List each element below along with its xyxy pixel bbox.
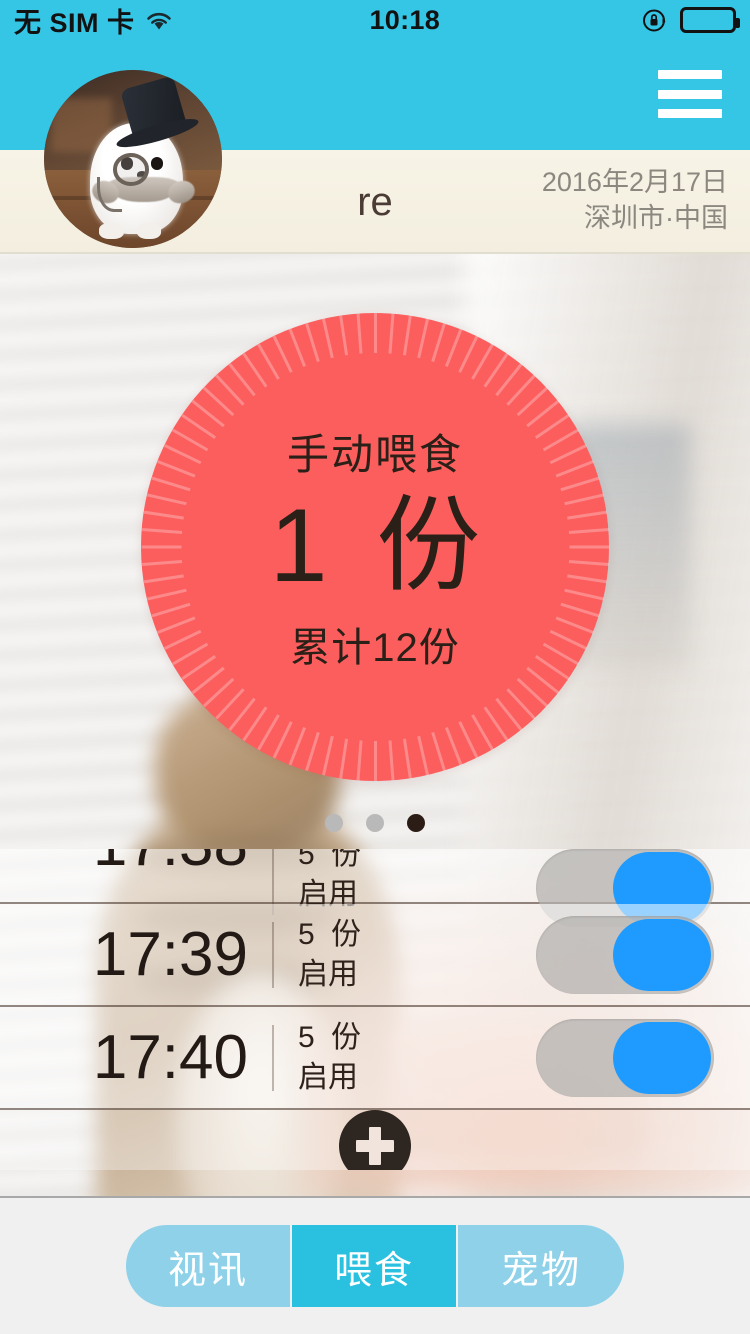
schedule-state: 启用 — [298, 1060, 358, 1094]
feeding-schedule-list[interactable]: 17:385 份启用17:395 份启用17:405 份启用 — [0, 849, 750, 1170]
schedule-info: 5 份启用 — [274, 1018, 536, 1098]
hamburger-line — [658, 89, 722, 99]
wifi-icon — [144, 8, 174, 32]
battery-icon — [680, 7, 740, 33]
toggle-knob — [613, 918, 711, 991]
page-indicator[interactable] — [0, 814, 750, 832]
add-schedule-row — [0, 1110, 750, 1170]
dial-text-group: 手动喂食 1 份 累计12份 — [141, 313, 609, 781]
page-dot-active[interactable] — [407, 814, 425, 832]
status-bar-right — [642, 7, 740, 34]
schedule-portion: 5 份 — [298, 917, 366, 951]
schedule-time: 17:39 — [92, 920, 248, 989]
tab-pet[interactable]: 宠物 — [458, 1225, 624, 1307]
hamburger-line — [658, 109, 722, 118]
rotation-lock-icon — [642, 7, 669, 34]
date-label: 2016年2月17日 — [541, 167, 728, 197]
schedule-state: 启用 — [298, 957, 358, 991]
schedule-time: 17:40 — [92, 1023, 248, 1092]
manual-feed-dial[interactable]: 手动喂食 1 份 累计12份 — [141, 313, 609, 781]
segmented-control[interactable]: 视讯 喂食 宠物 — [126, 1225, 624, 1307]
status-bar-time: 10:18 — [369, 4, 441, 35]
location-label: 深圳市·中国 — [584, 203, 728, 233]
dial-amount: 1 份 — [269, 488, 491, 605]
schedule-time: 17:38 — [0, 849, 272, 880]
avatar-photo — [44, 70, 222, 248]
schedule-portion: 5 份 — [298, 849, 366, 871]
schedule-info: 5 份启用 — [274, 915, 536, 995]
hamburger-line — [658, 70, 722, 79]
tab-feeding[interactable]: 喂食 — [292, 1225, 458, 1307]
schedule-row[interactable]: 17:40 5 份启用 — [0, 1007, 750, 1110]
bottom-tab-bar: 视讯 喂食 宠物 — [0, 1196, 750, 1334]
schedule-row[interactable]: 17:385 份启用 — [0, 849, 750, 927]
carrier-label: 无 SIM 卡 — [14, 7, 135, 38]
status-bar-left: 无 SIM 卡 — [14, 1, 174, 40]
schedule-row[interactable]: 17:39 5 份启用 — [0, 904, 750, 1007]
toggle-knob — [613, 1021, 711, 1094]
page-dot[interactable] — [325, 814, 343, 832]
schedule-toggle[interactable] — [536, 1018, 714, 1097]
add-plus-icon[interactable] — [339, 1110, 411, 1170]
status-bar: 无 SIM 卡 10:18 — [0, 0, 750, 40]
schedule-toggle[interactable] — [536, 915, 714, 994]
tab-video[interactable]: 视讯 — [126, 1225, 292, 1307]
dial-total: 累计12份 — [290, 625, 460, 670]
page-dot[interactable] — [366, 814, 384, 832]
pet-meta: 2016年2月17日 深圳市·中国 — [542, 164, 728, 236]
hamburger-menu-icon[interactable] — [658, 70, 722, 118]
schedule-portion: 5 份 — [298, 1020, 366, 1054]
pet-avatar[interactable] — [44, 70, 222, 248]
dial-label: 手动喂食 — [286, 431, 463, 479]
